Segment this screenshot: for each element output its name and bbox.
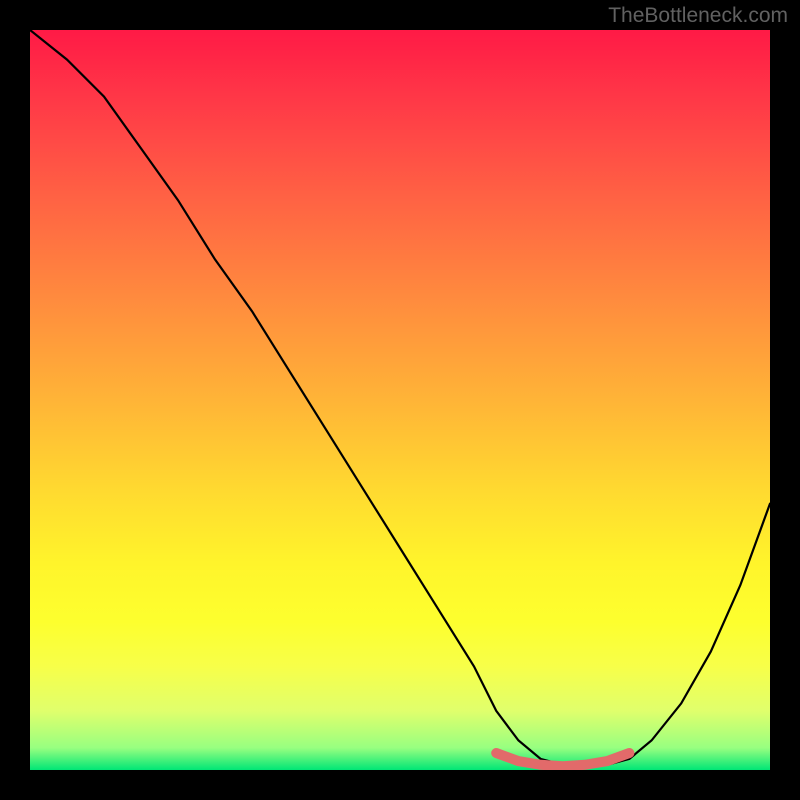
watermark-text: TheBottleneck.com [608, 4, 788, 28]
bottleneck-curve-path [30, 30, 770, 766]
chart-svg [30, 30, 770, 770]
chart-plot-area [30, 30, 770, 770]
optimal-band-path [496, 753, 629, 766]
